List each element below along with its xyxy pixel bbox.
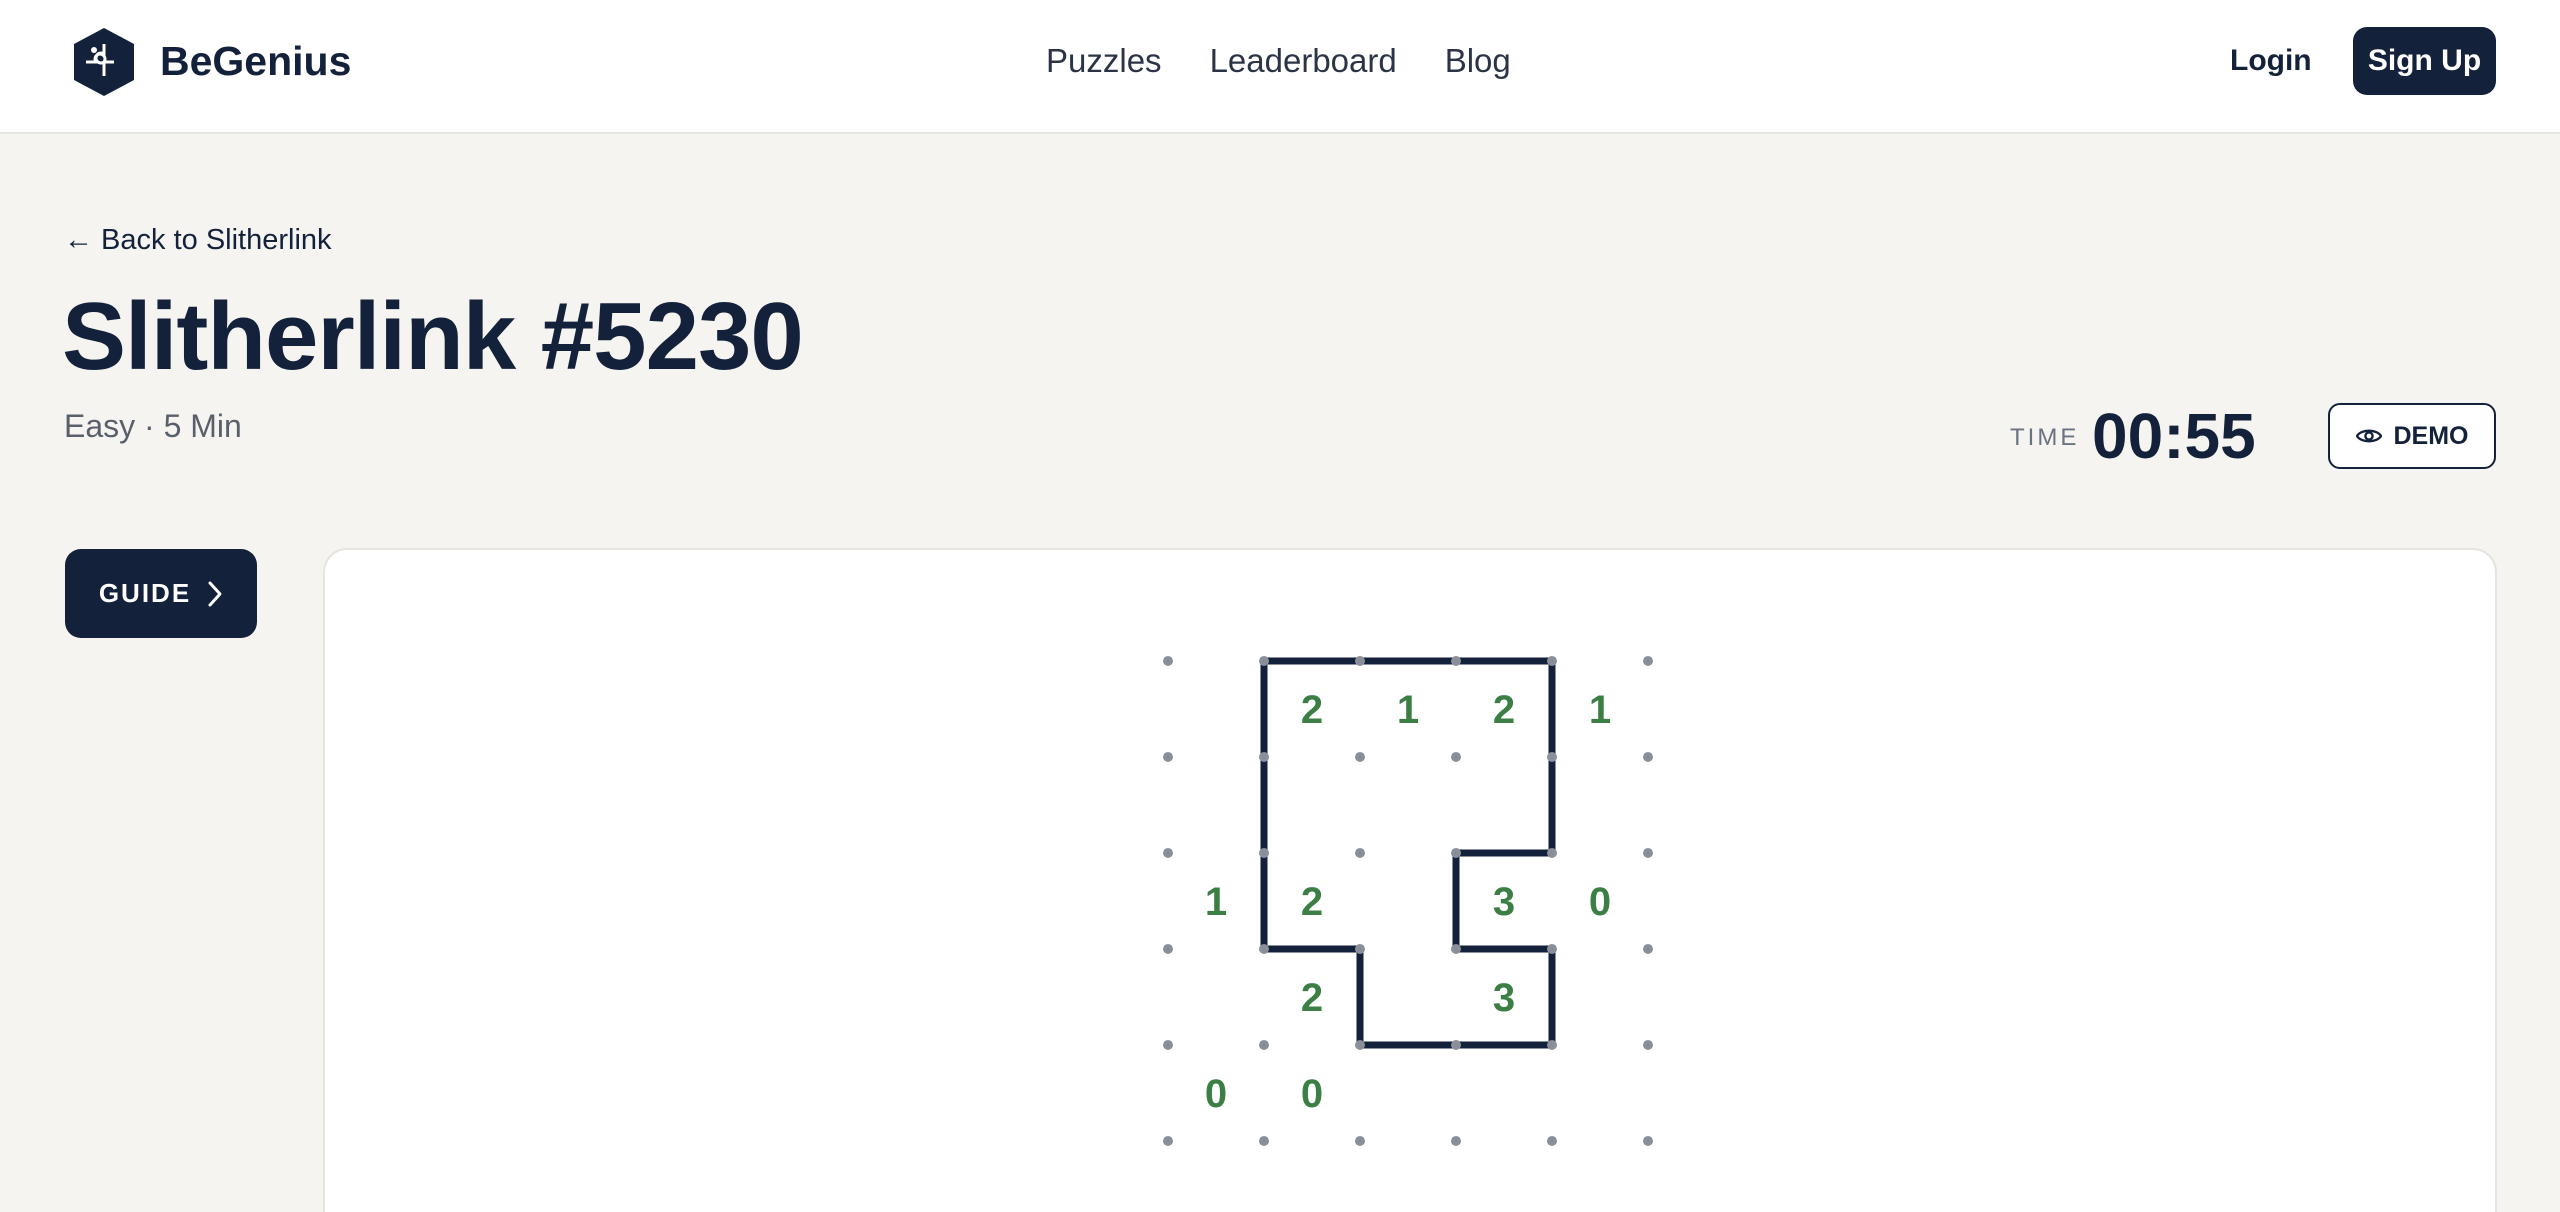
- clue-number: 1: [1205, 880, 1227, 924]
- brand-name[interactable]: BeGenius: [160, 38, 351, 85]
- guide-button[interactable]: GUIDE: [65, 549, 257, 638]
- demo-button[interactable]: DEMO: [2328, 403, 2496, 469]
- slitherlink-grid[interactable]: 2 1 2 1 1 2 3 0 2 3 0 0: [1130, 620, 1653, 1150]
- grid-dot: [1643, 752, 1653, 762]
- grid-dot: [1355, 752, 1365, 762]
- grid-dot: [1355, 1136, 1365, 1146]
- grid-dot: [1163, 848, 1173, 858]
- guide-label: GUIDE: [98, 578, 192, 608]
- puzzle-difficulty: Easy · 5 Min: [64, 408, 242, 444]
- signup-button[interactable]: Sign Up: [2353, 27, 2496, 95]
- grid-dot: [1451, 1136, 1461, 1146]
- back-to-slitherlink-link[interactable]: ← Back to Slitherlink: [64, 224, 332, 257]
- grid-dot: [1259, 944, 1269, 954]
- grid-dot: [1547, 848, 1557, 858]
- grid-dot: [1259, 752, 1269, 762]
- grid-dot: [1163, 1136, 1173, 1146]
- eye-icon: [2355, 429, 2382, 443]
- nav-blog[interactable]: Blog: [1445, 42, 1511, 80]
- grid-dot: [1643, 944, 1653, 954]
- grid-dot: [1163, 944, 1173, 954]
- grid-dot: [1355, 848, 1365, 858]
- grid-dot: [1547, 656, 1557, 666]
- grid-dot: [1259, 1136, 1269, 1146]
- grid-dot: [1547, 944, 1557, 954]
- clue-number: 0: [1301, 1072, 1323, 1116]
- puzzle-hexagon-icon[interactable]: [72, 26, 136, 98]
- grid-dot: [1259, 848, 1269, 858]
- nav-puzzles[interactable]: Puzzles: [1046, 42, 1162, 80]
- clue-number: 1: [1397, 688, 1419, 732]
- grid-dot: [1355, 656, 1365, 666]
- grid-dot: [1259, 656, 1269, 666]
- clue-number: 2: [1301, 880, 1323, 924]
- grid-dot: [1547, 1040, 1557, 1050]
- grid-dot: [1547, 1136, 1557, 1146]
- grid-dot: [1451, 656, 1461, 666]
- clue-number: 3: [1493, 880, 1515, 924]
- grid-dot: [1259, 1040, 1269, 1050]
- clue-number: 1: [1589, 688, 1611, 732]
- clue-number: 2: [1301, 688, 1323, 732]
- page-title: Slitherlink #5230: [62, 283, 804, 390]
- grid-dot: [1451, 848, 1461, 858]
- grid-dot: [1451, 944, 1461, 954]
- clue-number: 2: [1493, 688, 1515, 732]
- clue-number: 2: [1301, 976, 1323, 1020]
- top-navbar: BeGenius Puzzles Leaderboard Blog Login …: [0, 0, 2560, 134]
- clue-number: 3: [1493, 976, 1515, 1020]
- grid-dot: [1643, 1136, 1653, 1146]
- demo-label: DEMO: [2393, 421, 2469, 450]
- grid-dot: [1355, 1040, 1365, 1050]
- grid-dot: [1643, 848, 1653, 858]
- clue-number: 0: [1205, 1072, 1227, 1116]
- grid-dot: [1163, 752, 1173, 762]
- grid-dot: [1643, 1040, 1653, 1050]
- grid-dot: [1163, 1040, 1173, 1050]
- grid-dot: [1451, 752, 1461, 762]
- timer-label: TIME: [2010, 424, 2080, 451]
- grid-dot: [1643, 656, 1653, 666]
- grid-dot: [1547, 752, 1557, 762]
- chevron-right-icon: [208, 581, 222, 606]
- login-link[interactable]: Login: [2230, 44, 2312, 78]
- clue-number: 0: [1589, 880, 1611, 924]
- grid-dot: [1355, 944, 1365, 954]
- timer-value: 00:55: [2092, 400, 2256, 472]
- main-nav: Puzzles Leaderboard Blog: [1046, 42, 1511, 80]
- grid-dot: [1451, 1040, 1461, 1050]
- nav-leaderboard[interactable]: Leaderboard: [1210, 42, 1397, 80]
- grid-dot: [1163, 656, 1173, 666]
